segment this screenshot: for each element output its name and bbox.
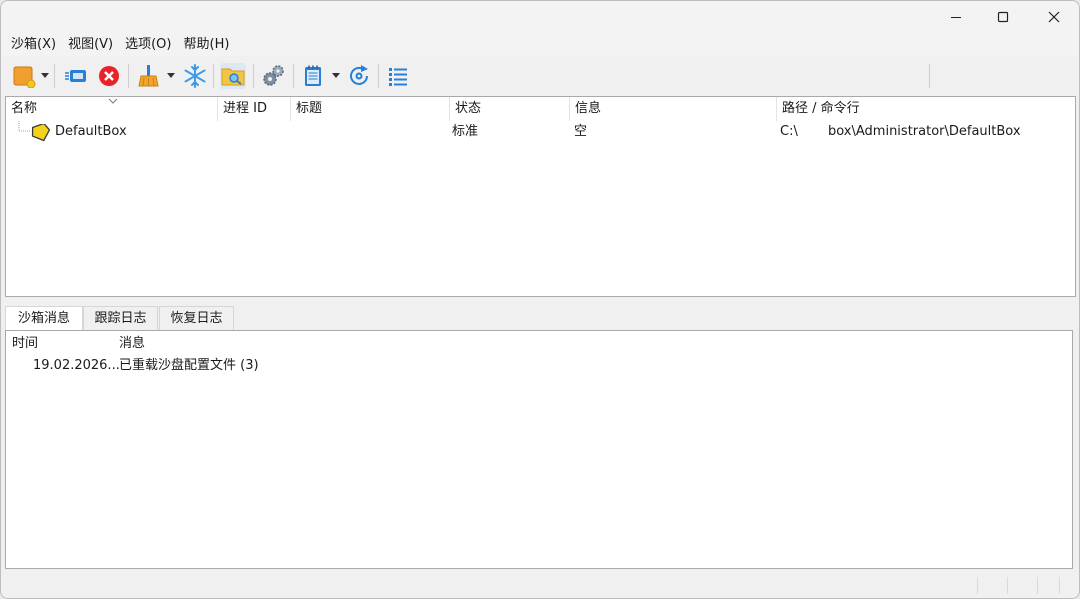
- app-window: 沙箱(X) 视图(V) 选项(O) 帮助(H) 名称 进程 ID 标题 状态 信…: [0, 0, 1080, 599]
- tab-recovery-log[interactable]: 恢复日志: [159, 306, 234, 330]
- minimize-button[interactable]: [933, 1, 979, 33]
- list-view-button[interactable]: [385, 63, 411, 89]
- freeze-button[interactable]: [182, 63, 208, 89]
- tree-line-icon: [18, 121, 30, 132]
- tab-trace-log[interactable]: 跟踪日志: [83, 306, 158, 330]
- toolbar-separator: [128, 64, 129, 88]
- menu-help[interactable]: 帮助(H): [178, 34, 236, 56]
- menu-bar: 沙箱(X) 视图(V) 选项(O) 帮助(H): [1, 33, 1079, 56]
- sandbox-tree[interactable]: 名称 进程 ID 标题 状态 信息 路径 / 命令行 DefaultBox 标准…: [5, 96, 1076, 297]
- folder-search-icon: [221, 68, 245, 86]
- table-row[interactable]: DefaultBox 标准 空 C:\ box\Administrator\De…: [6, 121, 1075, 143]
- refresh-button[interactable]: [346, 63, 372, 89]
- cleanup-button[interactable]: [135, 63, 161, 89]
- terminate-all-icon: [99, 66, 119, 86]
- menu-sandbox[interactable]: 沙箱(X): [5, 34, 62, 56]
- column-header-pid[interactable]: 进程 ID: [218, 97, 291, 121]
- gears-icon: [263, 65, 284, 86]
- sandbox-status: 标准: [452, 124, 479, 139]
- status-separator: [1059, 577, 1060, 594]
- refresh-icon: [350, 65, 368, 85]
- menu-options[interactable]: 选项(O): [119, 34, 177, 56]
- list-item[interactable]: 19.02.2026... 已重载沙盘配置文件 (3): [6, 355, 1072, 377]
- new-sandbox-button[interactable]: [11, 63, 37, 89]
- minimize-icon: [951, 17, 961, 18]
- new-sandbox-icon: [13, 66, 36, 88]
- explore-contents-button[interactable]: [220, 63, 246, 89]
- toolbar-separator: [213, 64, 214, 88]
- sandbox-path: box\Administrator\DefaultBox: [828, 124, 1021, 139]
- toolbar: [1, 56, 1079, 96]
- maximize-button[interactable]: [980, 1, 1026, 33]
- run-program-button[interactable]: [63, 63, 89, 89]
- new-sandbox-dropdown-icon[interactable]: [41, 73, 49, 79]
- column-header-info[interactable]: 信息: [570, 97, 777, 121]
- sandbox-path-prefix: C:\: [780, 124, 798, 139]
- status-separator: [977, 577, 978, 594]
- sandbox-info: 空: [574, 124, 588, 139]
- status-separator: [1007, 577, 1008, 594]
- sandbox-list-header: 名称 进程 ID 标题 状态 信息 路径 / 命令行: [6, 97, 1075, 121]
- list-icon: [389, 68, 407, 86]
- settings-button[interactable]: [260, 63, 286, 89]
- message-time: 19.02.2026...: [33, 358, 120, 373]
- sandbox-icon: [31, 124, 51, 142]
- column-header-path[interactable]: 路径 / 命令行: [777, 97, 1075, 121]
- column-header-message[interactable]: 消息: [119, 333, 145, 355]
- toolbar-separator: [929, 64, 930, 88]
- run-program-icon: [65, 70, 86, 82]
- maximize-icon: [997, 11, 1009, 23]
- message-text: 已重载沙盘配置文件 (3): [119, 358, 259, 373]
- menu-view[interactable]: 视图(V): [62, 34, 119, 56]
- view-log-button[interactable]: [300, 63, 326, 89]
- terminate-all-button[interactable]: [96, 63, 122, 89]
- status-separator: [1037, 577, 1038, 594]
- toolbar-separator: [378, 64, 379, 88]
- cleanup-dropdown-icon[interactable]: [167, 73, 175, 79]
- notepad-icon: [305, 65, 321, 86]
- close-icon: [1048, 11, 1060, 23]
- tab-sandbox-messages[interactable]: 沙箱消息: [5, 306, 83, 331]
- sort-indicator-icon: [108, 98, 118, 104]
- sandbox-name: DefaultBox: [55, 124, 127, 139]
- close-button[interactable]: [1031, 1, 1077, 33]
- column-header-status[interactable]: 状态: [450, 97, 570, 121]
- status-bar: [1, 573, 1079, 598]
- snowflake-icon: [184, 64, 206, 88]
- message-list[interactable]: 时间 消息 19.02.2026... 已重载沙盘配置文件 (3): [5, 330, 1073, 569]
- view-log-dropdown-icon[interactable]: [332, 73, 340, 79]
- toolbar-separator: [253, 64, 254, 88]
- toolbar-separator: [54, 64, 55, 88]
- cleanup-icon: [138, 65, 159, 87]
- column-header-time[interactable]: 时间: [12, 333, 38, 355]
- title-bar: [1, 1, 1079, 33]
- column-header-title[interactable]: 标题: [291, 97, 450, 121]
- toolbar-separator: [293, 64, 294, 88]
